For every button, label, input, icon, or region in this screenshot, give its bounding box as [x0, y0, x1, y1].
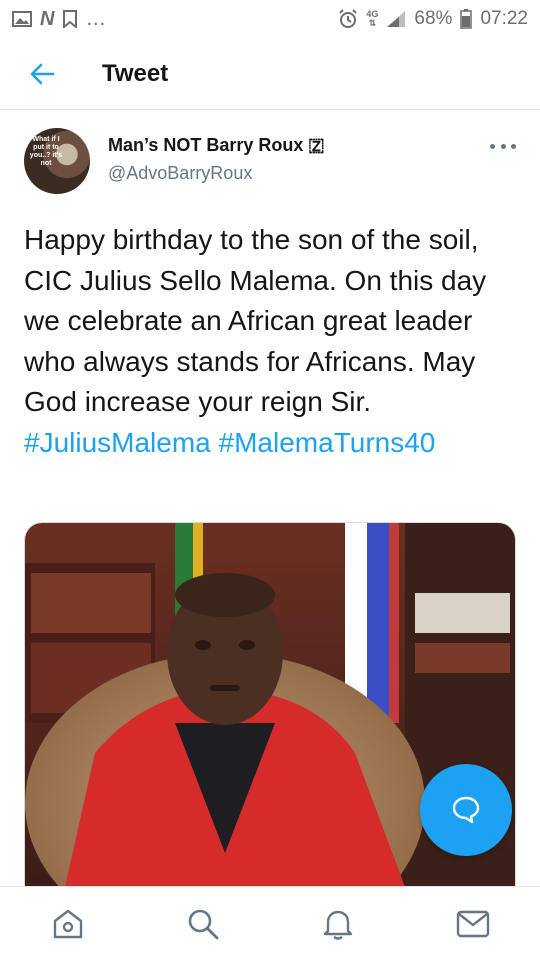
- messages-icon: [456, 910, 489, 937]
- battery-percent: 68%: [414, 8, 453, 29]
- status-overflow: ...: [86, 7, 107, 30]
- tweet: What if I put it to you..? it's not Man’…: [0, 110, 540, 458]
- nav-messages[interactable]: [433, 887, 513, 960]
- status-bar-right: 4G ⇅ 68% 07:22: [338, 8, 528, 30]
- tweet-author-row: What if I put it to you..? it's not Man’…: [0, 110, 540, 204]
- hashtag-link[interactable]: #MalemaTurns40: [219, 427, 436, 458]
- dot-icon: [490, 143, 495, 149]
- tweet-body: Happy birthday to the son of the soil, C…: [24, 224, 487, 417]
- nav-home[interactable]: [28, 887, 108, 960]
- dot-icon: [511, 143, 516, 149]
- status-bar: N ... 4G ⇅ 68% 07:22: [0, 0, 540, 38]
- avatar-caption: What if I put it to you..? it's not: [29, 136, 63, 167]
- page-title: Tweet: [102, 59, 169, 87]
- search-icon: [188, 909, 218, 939]
- hashtag-link[interactable]: #JuliusMalema: [24, 427, 211, 458]
- more-options-button[interactable]: [490, 138, 516, 154]
- status-bar-left: N ...: [12, 8, 106, 31]
- notifications-icon: [323, 910, 352, 940]
- signal-icon: [386, 10, 406, 28]
- compose-reply-button[interactable]: [420, 764, 512, 856]
- app-header: Tweet: [0, 38, 540, 110]
- clock: 07:22: [480, 8, 528, 29]
- image-icon: [12, 11, 32, 27]
- n-app-icon: N: [40, 7, 55, 30]
- bottom-navigation: [0, 886, 540, 960]
- back-arrow-icon: [30, 63, 55, 84]
- nav-search[interactable]: [163, 887, 243, 960]
- avatar[interactable]: What if I put it to you..? it's not: [24, 128, 90, 194]
- author-name[interactable]: Man’s NOT Barry Roux 🇿: [108, 135, 324, 156]
- back-button[interactable]: [0, 38, 84, 110]
- alarm-icon: [338, 9, 358, 29]
- home-icon: [53, 909, 82, 938]
- compose-reply-icon: [452, 796, 480, 824]
- dot-icon: [500, 143, 506, 149]
- battery-icon: [460, 9, 473, 29]
- tweet-text: Happy birthday to the son of the soil, C…: [24, 220, 520, 463]
- bookmark-check-icon: [62, 10, 78, 28]
- network-label: 4G: [366, 9, 379, 19]
- author-handle[interactable]: @AdvoBarryRoux: [108, 163, 252, 184]
- nav-notifications[interactable]: [298, 887, 378, 960]
- network-4g-icon: 4G ⇅: [366, 9, 379, 28]
